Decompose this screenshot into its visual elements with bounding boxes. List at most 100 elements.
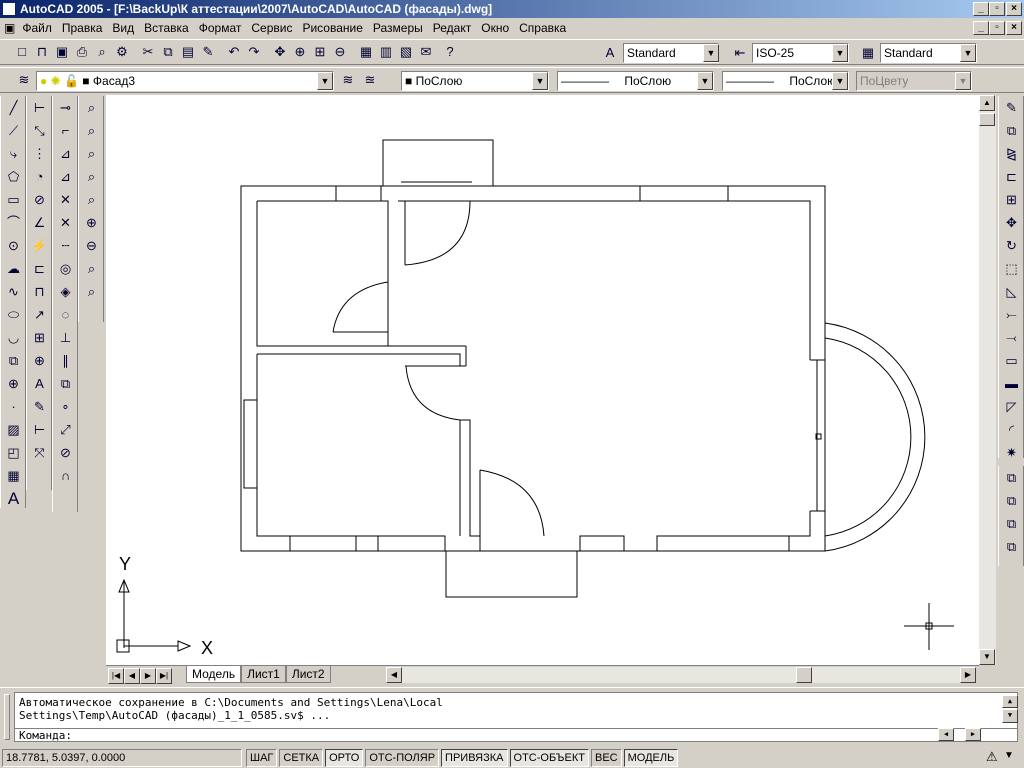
design-center-icon[interactable]: ▥ — [376, 42, 396, 62]
zoom-all-icon[interactable]: ⌕ — [81, 259, 102, 280]
chevron-down-icon[interactable]: ▼ — [317, 72, 333, 90]
bring-above-icon[interactable]: ⧉ — [1001, 514, 1022, 535]
temp-track-icon[interactable]: ⊸ — [55, 98, 76, 119]
cut-icon[interactable]: ✂ — [138, 42, 158, 62]
trim-icon[interactable]: ⤚ — [1001, 305, 1022, 326]
aligned-dim-icon[interactable]: ⤡ — [29, 121, 50, 142]
menu-draw[interactable]: Рисование — [297, 18, 367, 38]
ortho-toggle[interactable]: ОРТО — [325, 749, 364, 767]
center-mark-icon[interactable]: ⊕ — [29, 351, 50, 372]
vertical-scrollbar[interactable]: ▲ ▼ — [979, 95, 996, 665]
chevron-down-icon[interactable]: ▼ — [532, 72, 548, 90]
spline-icon[interactable]: ∿ — [3, 282, 24, 303]
model-toggle[interactable]: МОДЕЛЬ — [623, 749, 679, 767]
dim-text-edit-icon[interactable]: ✎ — [29, 397, 50, 418]
next-tab-icon[interactable]: ▶ — [140, 668, 156, 684]
snap-endpoint-icon[interactable]: ⊿ — [55, 144, 76, 165]
menu-insert[interactable]: Вставка — [139, 18, 194, 38]
new-icon[interactable]: □ — [12, 42, 32, 62]
last-tab-icon[interactable]: ▶| — [156, 668, 172, 684]
bring-front-icon[interactable]: ⧉ — [1001, 468, 1022, 489]
insert-block-icon[interactable]: ⧉ — [3, 351, 24, 372]
snap-nearest-icon[interactable]: ⤢ — [55, 420, 76, 441]
move-icon[interactable]: ✥ — [1001, 213, 1022, 234]
baseline-dim-icon[interactable]: ⊏ — [29, 259, 50, 280]
tab-model[interactable]: Модель — [186, 666, 242, 683]
ellipse-arc-icon[interactable]: ◡ — [3, 328, 24, 349]
menu-tools[interactable]: Сервис — [246, 18, 297, 38]
fillet-icon[interactable]: ◜ — [1001, 420, 1022, 441]
status-menu-icon[interactable]: ▼ — [1004, 750, 1014, 761]
snap-apparent-icon[interactable]: ✕ — [55, 213, 76, 234]
radius-dim-icon[interactable]: ◔ — [29, 167, 50, 188]
color-select[interactable]: ■ ПоСлою — [401, 71, 549, 91]
linear-dim-icon[interactable]: ⊢ — [29, 98, 50, 119]
snap-center-icon[interactable]: ◎ — [55, 259, 76, 280]
menu-view[interactable]: Вид — [107, 18, 139, 38]
print-icon[interactable]: ⎙ — [72, 42, 92, 62]
dim-edit-icon[interactable]: A — [29, 374, 50, 395]
region-icon[interactable]: ◰ — [3, 443, 24, 464]
chamfer-icon[interactable]: ◸ — [1001, 397, 1022, 418]
snap-node-icon[interactable]: ∘ — [55, 397, 76, 418]
publish-icon[interactable]: ⚙ — [112, 42, 132, 62]
markup-icon[interactable]: ✉ — [416, 42, 436, 62]
scroll-left-arrow-icon[interactable]: ◀ — [386, 667, 402, 683]
help-icon[interactable]: ? — [440, 42, 460, 62]
array-icon[interactable]: ⊞ — [1001, 190, 1022, 211]
offset-icon[interactable]: ⊏ — [1001, 167, 1022, 188]
mtext-icon[interactable]: A — [3, 489, 24, 510]
erase-icon[interactable]: ✎ — [1001, 98, 1022, 119]
snap-quadrant-icon[interactable]: ◈ — [55, 282, 76, 303]
match-properties-icon[interactable]: ✎ — [198, 42, 218, 62]
maximize-button[interactable]: ▫ — [989, 2, 1005, 16]
drawing-canvas[interactable]: Y X — [106, 95, 979, 665]
doc-minimize-button[interactable]: _ — [973, 21, 989, 35]
cmd-scroll-right-icon[interactable]: ▶ — [965, 728, 981, 741]
autocad-app-icon[interactable] — [2, 2, 16, 16]
close-button[interactable]: × — [1006, 2, 1022, 16]
redo-icon[interactable]: ↷ — [244, 42, 264, 62]
zoom-object-icon[interactable]: ⌕ — [81, 190, 102, 211]
chevron-down-icon[interactable]: ▼ — [703, 44, 719, 62]
zoom-scale-icon[interactable]: ⌕ — [81, 144, 102, 165]
explode-icon[interactable]: ✷ — [1001, 443, 1022, 464]
chevron-down-icon[interactable]: ▼ — [832, 72, 848, 90]
table-icon[interactable]: ▦ — [3, 466, 24, 487]
linetype-select[interactable]: ———— ПоСлою — [557, 71, 714, 91]
layer-manager-icon[interactable]: ≋ — [14, 70, 34, 90]
rotate-icon[interactable]: ↻ — [1001, 236, 1022, 257]
zoom-dynamic-icon[interactable]: ⌕ — [81, 121, 102, 142]
menu-modify[interactable]: Редакт — [428, 18, 476, 38]
layer-previous-icon[interactable]: ≊ — [360, 70, 380, 90]
copy-icon[interactable]: ⧉ — [158, 42, 178, 62]
zoom-extents-icon[interactable]: ⌕ — [81, 282, 102, 303]
lineweight-select[interactable]: ———— ПоСлою — [722, 71, 849, 91]
chevron-down-icon[interactable]: ▼ — [697, 72, 713, 90]
ellipse-icon[interactable]: ⬭ — [3, 305, 24, 326]
zoom-realtime-icon[interactable]: ⊕ — [290, 42, 310, 62]
snap-intersection-icon[interactable]: ✕ — [55, 190, 76, 211]
scale-icon[interactable]: ⬚ — [1001, 259, 1022, 280]
make-block-icon[interactable]: ⊕ — [3, 374, 24, 395]
snap-midpoint-icon[interactable]: ⊿ — [55, 167, 76, 188]
send-back-icon[interactable]: ⧉ — [1001, 491, 1022, 512]
document-icon[interactable]: ▣ — [0, 18, 17, 38]
join-icon[interactable]: ▬ — [1001, 374, 1022, 395]
snap-from-icon[interactable]: ⌐ — [55, 121, 76, 142]
copy-object-icon[interactable]: ⧉ — [1001, 121, 1022, 142]
cmd-scroll-up-icon[interactable]: ▲ — [1002, 695, 1018, 708]
hscroll-thumb[interactable] — [796, 667, 812, 683]
menu-help[interactable]: Справка — [514, 18, 571, 38]
mirror-icon[interactable]: ⧎ — [1001, 144, 1022, 165]
osnap-settings-icon[interactable]: ∩ — [55, 466, 76, 487]
circle-icon[interactable]: ⊙ — [3, 236, 24, 257]
open-icon[interactable]: ⊓ — [32, 42, 52, 62]
layer-select[interactable]: ● ✺ 🔓 ■ Фасад3 — [36, 71, 334, 91]
cmd-scroll-down-icon[interactable]: ▼ — [1002, 709, 1018, 723]
revcloud-icon[interactable]: ☁ — [3, 259, 24, 280]
zoom-in-icon[interactable]: ⊕ — [81, 213, 102, 234]
continue-dim-icon[interactable]: ⊓ — [29, 282, 50, 303]
communication-center-icon[interactable]: ⚠ — [986, 749, 998, 765]
chevron-down-icon[interactable]: ▼ — [960, 44, 976, 62]
